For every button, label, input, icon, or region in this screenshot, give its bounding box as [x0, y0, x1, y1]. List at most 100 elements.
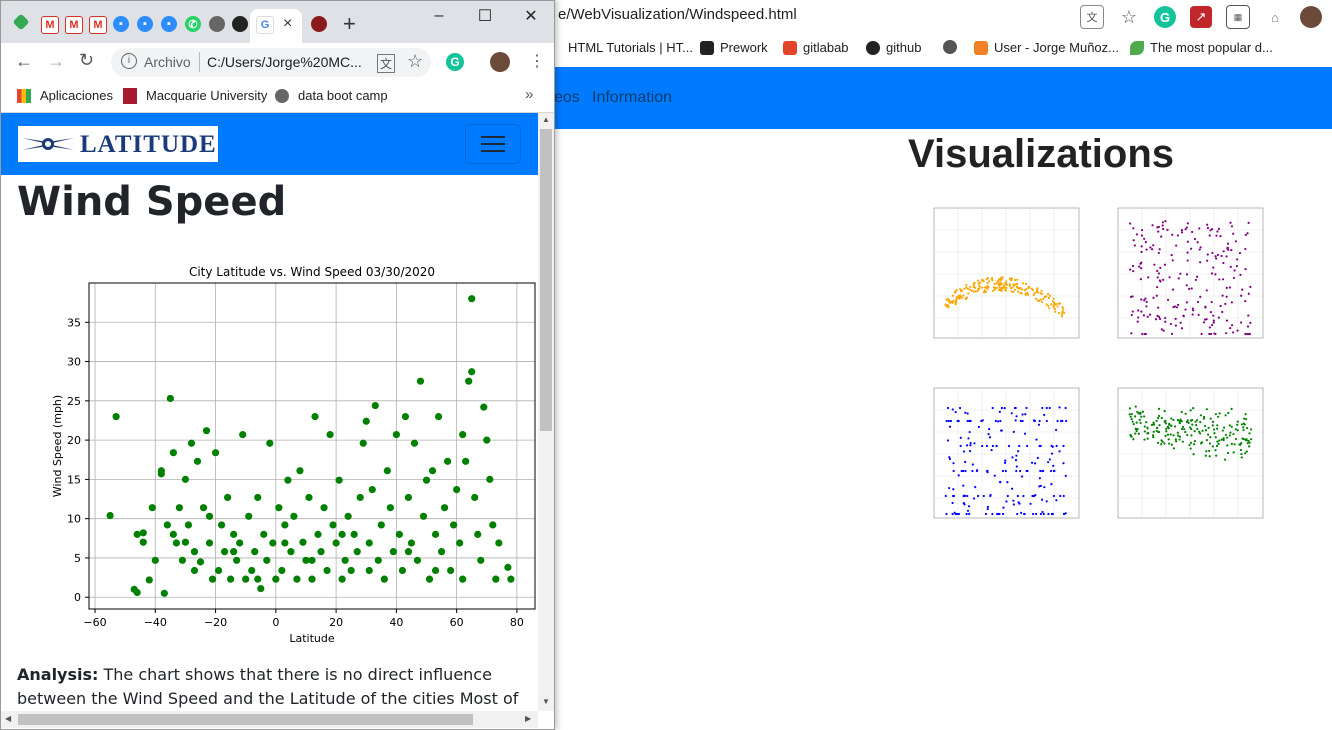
- qr-icon[interactable]: ▦: [1226, 5, 1250, 29]
- hamburger-menu-button[interactable]: [465, 124, 521, 164]
- thumb-point: [1048, 406, 1051, 410]
- drive-icon[interactable]: [12, 13, 30, 31]
- thumb-point: [1134, 405, 1137, 408]
- thumb-point: [1200, 441, 1204, 444]
- bookmark-gitlab[interactable]: gitlabab: [783, 40, 849, 55]
- thumb-point: [1155, 429, 1158, 433]
- whatsapp-icon[interactable]: ✆: [185, 16, 201, 32]
- data-point: [245, 512, 253, 520]
- thumbnail-humidity[interactable]: [1110, 200, 1270, 350]
- bookmark-macquarie[interactable]: Macquarie University: [146, 88, 267, 103]
- thumbnail-wind-speed[interactable]: [1110, 380, 1270, 530]
- thumb-point: [1130, 435, 1133, 438]
- bookmark-mongodb[interactable]: The most popular d...: [1130, 40, 1273, 55]
- minimize-icon[interactable]: –: [416, 1, 462, 31]
- data-point: [329, 521, 337, 529]
- thumb-point: [971, 463, 974, 466]
- thumb-point: [1199, 414, 1203, 417]
- thumb-point: [964, 469, 967, 473]
- back-arrow-icon[interactable]: ←: [15, 51, 33, 72]
- scroll-left-icon[interactable]: ◀: [5, 714, 11, 723]
- translate-icon[interactable]: 文: [377, 54, 396, 73]
- thumb-point: [1163, 263, 1166, 266]
- thumb-point: [1222, 250, 1225, 253]
- bookmark-user[interactable]: User - Jorge Muñoz...: [974, 40, 1119, 55]
- university-icon[interactable]: [311, 16, 327, 32]
- vertical-scrollbar[interactable]: ▲ ▼: [538, 113, 554, 711]
- scroll-right-icon[interactable]: ▶: [525, 714, 531, 723]
- url-text[interactable]: C:/Users/Jorge%20MC...: [207, 54, 362, 70]
- info-icon[interactable]: i: [121, 53, 137, 69]
- github-icon[interactable]: [232, 16, 248, 32]
- new-tab-button[interactable]: +: [343, 11, 356, 37]
- zoom-icon[interactable]: ▪: [137, 16, 153, 32]
- active-tab[interactable]: G ×: [250, 9, 302, 43]
- thumb-point: [1242, 428, 1245, 432]
- star-icon[interactable]: ☆: [1118, 6, 1140, 28]
- globe-icon: [943, 40, 957, 54]
- thumb-point: [1232, 232, 1235, 235]
- close-window-icon[interactable]: ✕: [508, 1, 554, 31]
- foreground-browser-window: M M M ▪ ▪ ▪ ✆ G × + – ☐ ✕ ← → ↻ i Archiv…: [0, 0, 555, 730]
- profile-avatar-icon[interactable]: [1300, 6, 1322, 28]
- thumb-point: [1229, 431, 1232, 434]
- thumb-point: [1132, 438, 1135, 441]
- gmail-icon[interactable]: M: [89, 16, 107, 34]
- acrobat-icon[interactable]: ⌂: [1264, 6, 1286, 28]
- latitude-logo[interactable]: LATITUDE: [18, 126, 218, 162]
- horizontal-scroll-thumb[interactable]: [18, 714, 473, 725]
- thumb-point: [1186, 419, 1189, 422]
- thumb-point: [1247, 314, 1250, 317]
- gmail-icon[interactable]: M: [41, 16, 59, 34]
- address-bar[interactable]: i Archivo C:/Users/Jorge%20MC... 文 ☆: [111, 48, 431, 77]
- thumb-point: [1019, 287, 1022, 290]
- forward-arrow-icon[interactable]: →: [47, 51, 65, 72]
- bookmark-html-tutorials[interactable]: HTML Tutorials | HT...: [568, 40, 693, 55]
- bookmark-aplicaciones[interactable]: Aplicaciones: [40, 88, 113, 103]
- translate-icon[interactable]: 文: [1080, 5, 1104, 29]
- thumb-point: [1225, 286, 1228, 289]
- thumb-point: [1236, 420, 1239, 423]
- thumb-point: [964, 460, 967, 464]
- nav-item-information[interactable]: Information: [592, 89, 672, 107]
- profile-avatar-icon[interactable]: [490, 52, 510, 72]
- data-point: [169, 530, 177, 538]
- nav-item-videos[interactable]: eos: [554, 89, 580, 107]
- stackoverflow-icon: [974, 40, 988, 55]
- zoom-icon[interactable]: ▪: [161, 16, 177, 32]
- apps-grid-icon[interactable]: [17, 89, 31, 103]
- reload-icon[interactable]: ↻: [79, 50, 94, 71]
- thumb-point: [1246, 325, 1250, 328]
- grammarly-icon[interactable]: G: [446, 53, 464, 71]
- menu-dots-icon[interactable]: ⋮: [529, 51, 545, 71]
- scroll-up-icon[interactable]: ▲: [542, 115, 550, 124]
- close-tab-icon[interactable]: ×: [283, 15, 292, 33]
- thumbnail-temperature[interactable]: [926, 200, 1086, 350]
- bookmark-prework[interactable]: Prework: [700, 40, 768, 55]
- thumb-point: [1221, 429, 1224, 432]
- vertical-scroll-thumb[interactable]: [540, 129, 552, 431]
- grammarly-icon[interactable]: G: [1154, 6, 1176, 28]
- star-icon[interactable]: ☆: [407, 51, 423, 72]
- thumb-point: [1048, 307, 1051, 310]
- background-url-text[interactable]: e/WebVisualization/Windspeed.html: [558, 6, 797, 23]
- thumb-point: [1180, 427, 1184, 431]
- thumb-point: [1186, 259, 1189, 262]
- data-point: [178, 556, 187, 564]
- data-point: [157, 470, 165, 478]
- horizontal-scrollbar[interactable]: ◀ ▶: [1, 711, 538, 728]
- thumb-point: [1202, 321, 1206, 324]
- pdf-icon[interactable]: ↗: [1190, 6, 1212, 28]
- bookmark-globe[interactable]: [943, 40, 957, 54]
- scroll-down-icon[interactable]: ▼: [542, 697, 550, 706]
- thumbnail-cloudiness[interactable]: [926, 380, 1086, 530]
- globe-icon[interactable]: [209, 16, 225, 32]
- bookmark-data-boot-camp[interactable]: data boot camp: [298, 88, 388, 103]
- thumb-point: [1056, 305, 1059, 308]
- bookmark-github[interactable]: github: [866, 40, 921, 55]
- more-bookmarks-icon[interactable]: »: [525, 86, 533, 103]
- thumb-point: [1211, 445, 1215, 448]
- gmail-icon[interactable]: M: [65, 16, 83, 34]
- maximize-icon[interactable]: ☐: [462, 1, 508, 31]
- zoom-icon[interactable]: ▪: [113, 16, 129, 32]
